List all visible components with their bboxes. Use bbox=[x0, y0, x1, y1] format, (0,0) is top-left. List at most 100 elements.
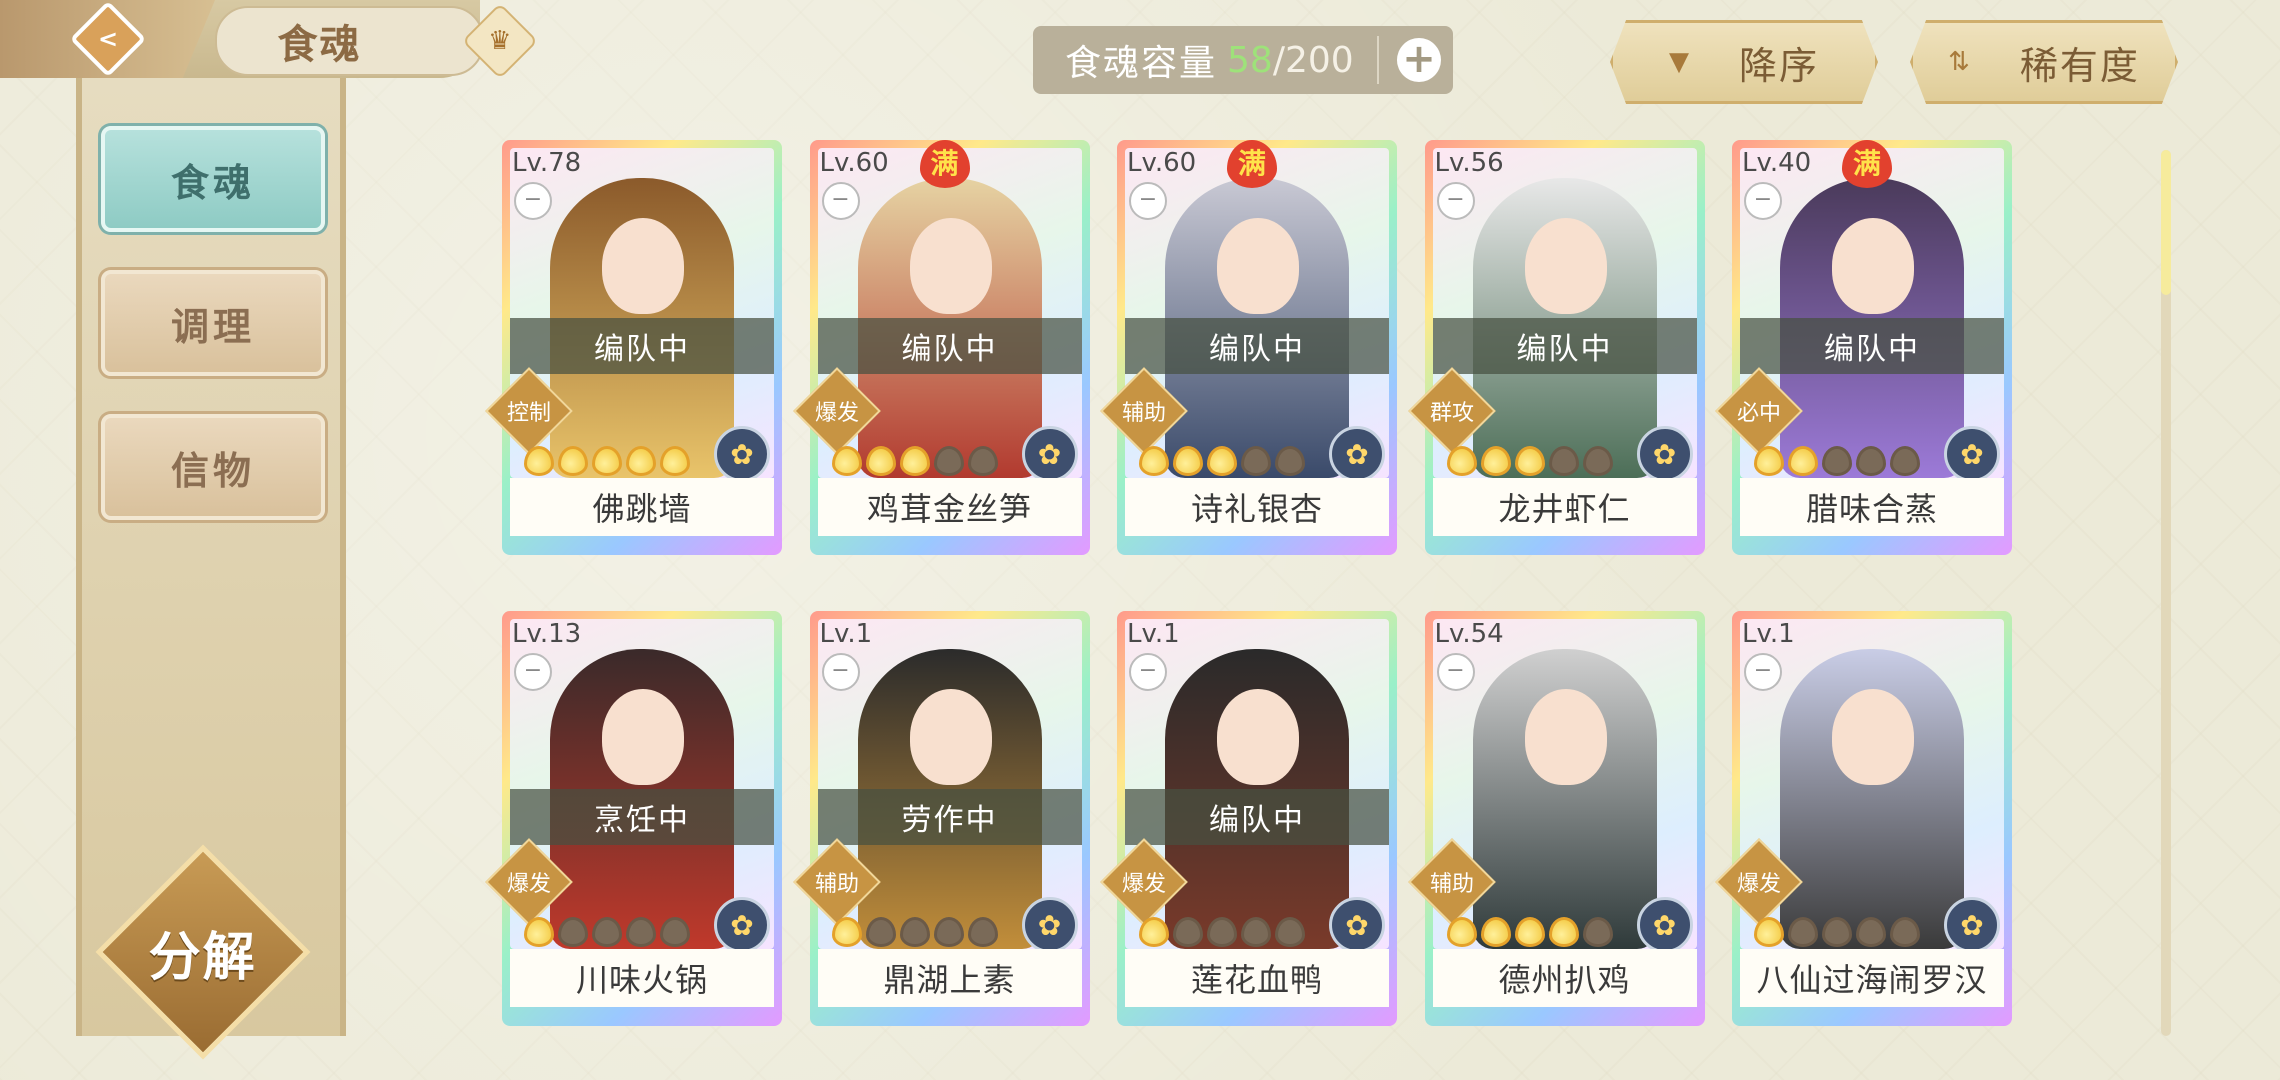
star-flame-icon bbox=[1788, 446, 1818, 476]
card-status: 编队中 bbox=[1740, 318, 2004, 374]
star-flame-icon bbox=[967, 917, 998, 947]
lock-icon[interactable]: − bbox=[821, 653, 860, 691]
scrollbar-thumb[interactable] bbox=[2161, 150, 2171, 295]
element-flower-icon: ✿ bbox=[1021, 426, 1078, 482]
star-flame-icon bbox=[1890, 917, 1920, 947]
food-soul-card[interactable]: Lv.40 满 − 编队中 必中 ✿ 腊味合蒸 bbox=[1715, 140, 2012, 555]
card-status: 编队中 bbox=[1125, 318, 1389, 374]
star-rating bbox=[831, 917, 998, 947]
star-flame-icon bbox=[899, 917, 930, 947]
element-flower-icon: ✿ bbox=[714, 897, 770, 953]
chevron-left-icon: < bbox=[69, 0, 146, 78]
star-rating bbox=[1139, 446, 1305, 476]
lock-icon[interactable]: − bbox=[1129, 653, 1167, 691]
star-flame-icon bbox=[524, 446, 554, 476]
star-rating bbox=[1446, 446, 1613, 476]
star-flame-icon bbox=[1241, 446, 1271, 476]
role-label: 爆发 bbox=[814, 400, 859, 426]
lock-icon[interactable]: − bbox=[1436, 653, 1475, 691]
page-title: 食魂 bbox=[277, 22, 362, 68]
star-flame-icon bbox=[1275, 446, 1305, 476]
lock-icon[interactable]: − bbox=[1744, 182, 1782, 220]
lock-icon[interactable]: − bbox=[1744, 653, 1782, 691]
star-flame-icon bbox=[1822, 446, 1852, 476]
star-flame-icon bbox=[899, 446, 930, 476]
caret-down-icon: ▼ bbox=[1668, 47, 1691, 77]
character-face bbox=[909, 689, 992, 785]
card-name: 鸡茸金丝笋 bbox=[817, 478, 1082, 536]
role-label: 必中 bbox=[1736, 400, 1782, 426]
lock-icon[interactable]: − bbox=[514, 653, 552, 691]
food-soul-card[interactable]: Lv.60 满 − 编队中 爆发 ✿ 鸡茸金丝笋 bbox=[792, 140, 1090, 555]
sidebar-item-conditioning[interactable]: 调理 bbox=[101, 270, 325, 376]
capacity-label: 食魂容量 bbox=[1065, 43, 1218, 84]
element-flower-icon: ✿ bbox=[1944, 897, 2000, 953]
star-flame-icon bbox=[1582, 917, 1613, 947]
element-flower-icon: ✿ bbox=[1329, 426, 1385, 482]
lock-icon[interactable]: − bbox=[821, 182, 860, 220]
star-flame-icon bbox=[967, 446, 998, 476]
star-flame-icon bbox=[1275, 917, 1305, 947]
food-soul-card[interactable]: Lv.60 满 − 编队中 辅助 ✿ 诗礼银杏 bbox=[1100, 140, 1397, 555]
card-name: 鼎湖上素 bbox=[817, 949, 1082, 1007]
card-name: 诗礼银杏 bbox=[1125, 478, 1389, 536]
page-title-pill: 食魂 bbox=[215, 6, 484, 76]
card-status: 编队中 bbox=[1125, 789, 1389, 845]
star-rating bbox=[1446, 917, 1613, 947]
character-face bbox=[909, 218, 992, 314]
character-face bbox=[1524, 218, 1607, 314]
card-name: 德州扒鸡 bbox=[1432, 949, 1697, 1007]
star-flame-icon bbox=[1822, 917, 1852, 947]
star-flame-icon bbox=[1514, 917, 1545, 947]
food-soul-card[interactable]: Lv.78 − 编队中 控制 ✿ 佛跳墙 bbox=[485, 140, 782, 555]
star-flame-icon bbox=[865, 446, 896, 476]
card-level: Lv.1 bbox=[819, 619, 873, 649]
sort-order-button[interactable]: ▼ 降序 bbox=[1610, 20, 1878, 104]
decompose-label: 分解 bbox=[148, 927, 258, 988]
sort-rarity-button[interactable]: ⇅ 稀有度 bbox=[1910, 20, 2178, 104]
role-label: 群攻 bbox=[1429, 400, 1474, 426]
star-flame-icon bbox=[1856, 917, 1886, 947]
card-level: Lv.78 bbox=[512, 148, 582, 178]
sidebar-item-token[interactable]: 信物 bbox=[101, 414, 325, 520]
star-flame-icon bbox=[660, 917, 690, 947]
star-flame-icon bbox=[1139, 446, 1169, 476]
sidebar-item-food-soul[interactable]: 食魂 bbox=[101, 126, 325, 232]
character-face bbox=[602, 218, 684, 314]
capacity-max: /200 bbox=[1272, 39, 1354, 81]
card-name: 莲花血鸭 bbox=[1125, 949, 1389, 1007]
element-flower-icon: ✿ bbox=[1021, 897, 1078, 953]
role-label: 爆发 bbox=[506, 871, 552, 897]
scrollbar[interactable] bbox=[2161, 150, 2171, 1036]
star-flame-icon bbox=[1582, 446, 1613, 476]
card-status: 编队中 bbox=[1432, 318, 1697, 374]
sidebar-item-label: 信物 bbox=[170, 448, 255, 493]
lock-icon[interactable]: − bbox=[514, 182, 552, 220]
food-soul-card[interactable]: Lv.13 − 烹饪中 爆发 ✿ 川味火锅 bbox=[485, 611, 782, 1026]
card-status: 编队中 bbox=[817, 318, 1082, 374]
element-flower-icon: ✿ bbox=[1636, 426, 1693, 482]
food-soul-card[interactable]: Lv.1 − 劳作中 辅助 ✿ 鼎湖上素 bbox=[792, 611, 1090, 1026]
card-level: Lv.1 bbox=[1742, 619, 1795, 649]
element-flower-icon: ✿ bbox=[1944, 426, 2000, 482]
star-flame-icon bbox=[831, 917, 862, 947]
lock-icon[interactable]: − bbox=[1129, 182, 1167, 220]
sidebar-item-label: 食魂 bbox=[170, 160, 255, 205]
food-soul-card[interactable]: Lv.1 − 爆发 ✿ 八仙过海闹罗汉 bbox=[1715, 611, 2012, 1026]
food-soul-card[interactable]: Lv.1 − 编队中 爆发 ✿ 莲花血鸭 bbox=[1100, 611, 1397, 1026]
food-soul-card[interactable]: Lv.54 − 辅助 ✿ 德州扒鸡 bbox=[1407, 611, 1705, 1026]
card-status: 劳作中 bbox=[817, 789, 1082, 845]
food-soul-card[interactable]: Lv.56 − 编队中 群攻 ✿ 龙井虾仁 bbox=[1407, 140, 1705, 555]
back-button[interactable]: < bbox=[0, 0, 215, 78]
star-flame-icon bbox=[1548, 917, 1579, 947]
star-flame-icon bbox=[1754, 917, 1784, 947]
star-flame-icon bbox=[1480, 917, 1511, 947]
star-flame-icon bbox=[1139, 917, 1169, 947]
element-flower-icon: ✿ bbox=[714, 426, 770, 482]
star-rating bbox=[1139, 917, 1305, 947]
card-level: Lv.54 bbox=[1434, 619, 1504, 649]
lock-icon[interactable]: − bbox=[1436, 182, 1475, 220]
star-rating bbox=[1754, 446, 1920, 476]
plus-icon[interactable]: + bbox=[1397, 38, 1441, 82]
card-level: Lv.13 bbox=[512, 619, 582, 649]
